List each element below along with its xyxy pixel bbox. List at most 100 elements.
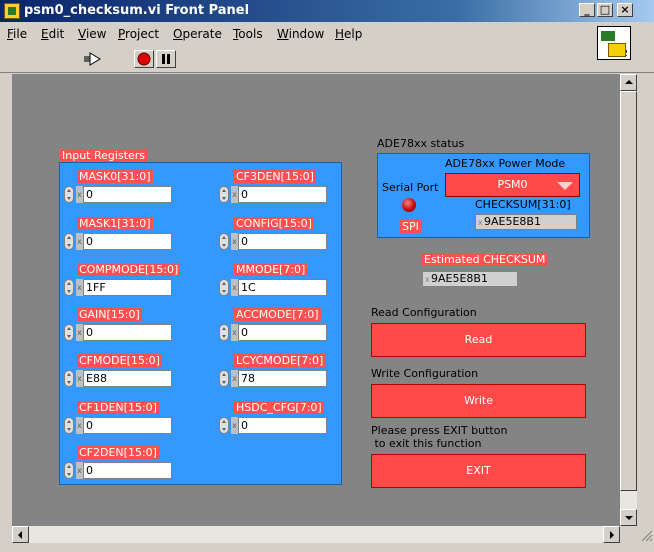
cf1den-label: CF1DEN[15:0]: [77, 401, 159, 414]
arrow-up-icon: [625, 80, 633, 84]
spinner-icon[interactable]: [64, 186, 74, 203]
radix-icon[interactable]: x: [76, 370, 83, 387]
write-config-label: Write Configuration: [371, 367, 479, 380]
menu-file[interactable]: File: [7, 27, 27, 41]
spinner-icon[interactable]: [64, 324, 74, 341]
arrow-down-icon: [625, 516, 633, 520]
cfmode-input[interactable]: E88: [83, 370, 172, 387]
cf2den-input[interactable]: 0: [83, 462, 172, 479]
cf1den-input[interactable]: 0: [83, 417, 172, 434]
mask0-label: MASK0[31:0]: [77, 170, 153, 183]
write-button[interactable]: Write: [371, 384, 586, 418]
cf2den-control[interactable]: x 0: [64, 462, 172, 479]
menu-project[interactable]: Project: [118, 27, 159, 41]
spinner-icon[interactable]: [64, 370, 74, 387]
compmode-input[interactable]: 1FF: [83, 279, 172, 296]
radix-icon[interactable]: x: [76, 417, 83, 434]
radix-icon[interactable]: x: [231, 324, 238, 341]
run-arrow-icon[interactable]: [80, 50, 104, 68]
vertical-scroll-thumb[interactable]: [620, 91, 637, 491]
checksum-indicator: x9AE5E8B1: [475, 214, 577, 230]
exit-button[interactable]: EXIT: [371, 454, 586, 488]
mmode-control[interactable]: x 1C: [219, 279, 327, 296]
radix-icon[interactable]: x: [76, 233, 83, 250]
mask0-input[interactable]: 0: [83, 186, 172, 203]
mask1-label: MASK1[31:0]: [77, 217, 153, 230]
menu-view[interactable]: View: [78, 27, 106, 41]
checksum-label: CHECKSUM[31:0]: [475, 198, 571, 211]
scroll-right-button[interactable]: [603, 526, 620, 543]
power-mode-value: PSM0: [497, 178, 528, 191]
spinner-icon[interactable]: [219, 233, 229, 250]
close-button[interactable]: ×: [617, 3, 633, 17]
spinner-icon[interactable]: [219, 324, 229, 341]
title-bar[interactable]: psm0_checksum.vi Front Panel _ □ ×: [0, 0, 654, 22]
spinner-icon[interactable]: [64, 233, 74, 250]
horizontal-scrollbar[interactable]: [12, 526, 620, 543]
radix-icon[interactable]: x: [231, 370, 238, 387]
gain-input[interactable]: 0: [83, 324, 172, 341]
cfmode-control[interactable]: x E88: [64, 370, 172, 387]
cf1den-control[interactable]: x 0: [64, 417, 172, 434]
radix-icon[interactable]: x: [76, 279, 83, 296]
spinner-icon[interactable]: [64, 417, 74, 434]
radix-icon[interactable]: x: [231, 233, 238, 250]
hsdc-cfg-label: HSDC_CFG[7:0]: [234, 401, 324, 414]
mask1-control[interactable]: x 0: [64, 233, 172, 250]
minimize-button[interactable]: _: [579, 3, 595, 17]
lcycmode-input[interactable]: 78: [238, 370, 327, 387]
radix-icon[interactable]: x: [76, 462, 83, 479]
gain-label: GAIN[15:0]: [77, 308, 142, 321]
radix-icon[interactable]: x: [231, 279, 238, 296]
cf3den-label: CF3DEN[15:0]: [234, 170, 316, 183]
hsdc-cfg-input[interactable]: 0: [238, 417, 327, 434]
mask1-input[interactable]: 0: [83, 233, 172, 250]
scroll-down-button[interactable]: [620, 509, 637, 526]
spinner-icon[interactable]: [219, 417, 229, 434]
radix-icon[interactable]: x: [76, 186, 83, 203]
gain-control[interactable]: x 0: [64, 324, 172, 341]
cfmode-label: CFMODE[15:0]: [77, 354, 162, 367]
front-panel: Input Registers MASK0[31:0] x 0 MASK1[31…: [12, 74, 620, 526]
spinner-icon[interactable]: [64, 462, 74, 479]
scroll-left-button[interactable]: [12, 526, 29, 543]
read-button[interactable]: Read: [371, 323, 586, 357]
status-title: ADE78xx status: [377, 137, 465, 150]
spinner-icon[interactable]: [219, 279, 229, 296]
resize-grip-icon[interactable]: [637, 526, 654, 543]
menu-help[interactable]: Help: [335, 27, 362, 41]
accmode-control[interactable]: x 0: [219, 324, 327, 341]
menu-bar: File Edit View Project Operate Tools Win…: [0, 22, 654, 46]
scroll-up-button[interactable]: [620, 74, 637, 91]
config-input[interactable]: 0: [238, 233, 327, 250]
config-control[interactable]: x 0: [219, 233, 327, 250]
hsdc-cfg-control[interactable]: x 0: [219, 417, 327, 434]
menu-tools[interactable]: Tools: [233, 27, 263, 41]
estimated-checksum-value: 9AE5E8B1: [431, 272, 488, 285]
radix-icon[interactable]: x: [231, 417, 238, 434]
menu-window[interactable]: Window: [277, 27, 324, 41]
arrow-right-icon: [610, 531, 614, 539]
power-mode-dropdown[interactable]: PSM0: [445, 173, 580, 197]
maximize-button[interactable]: □: [597, 3, 613, 17]
spinner-icon[interactable]: [219, 370, 229, 387]
radix-icon[interactable]: x: [76, 324, 83, 341]
pause-icon[interactable]: [156, 50, 176, 68]
mask0-control[interactable]: x 0: [64, 186, 172, 203]
dropdown-arrow-icon[interactable]: [557, 182, 573, 190]
cf3den-control[interactable]: x 0: [219, 186, 327, 203]
cf3den-input[interactable]: 0: [238, 186, 327, 203]
lcycmode-control[interactable]: x 78: [219, 370, 327, 387]
arrow-left-icon: [18, 531, 22, 539]
radix-icon[interactable]: x: [231, 186, 238, 203]
menu-operate[interactable]: Operate: [173, 27, 222, 41]
abort-stop-icon[interactable]: [134, 50, 154, 68]
spinner-icon[interactable]: [219, 186, 229, 203]
vertical-scrollbar[interactable]: [620, 74, 637, 526]
mmode-input[interactable]: 1C: [238, 279, 327, 296]
accmode-input[interactable]: 0: [238, 324, 327, 341]
power-mode-label: ADE78xx Power Mode: [445, 157, 566, 170]
menu-edit[interactable]: Edit: [41, 27, 64, 41]
spinner-icon[interactable]: [64, 279, 74, 296]
compmode-control[interactable]: x 1FF: [64, 279, 172, 296]
